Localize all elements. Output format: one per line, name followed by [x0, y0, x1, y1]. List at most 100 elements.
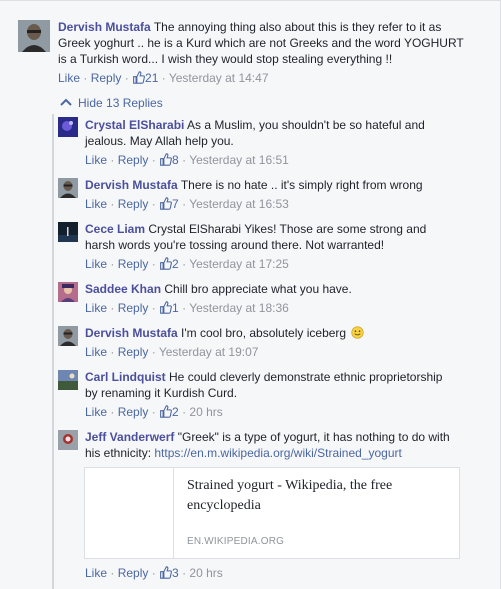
reply-line: "Greek" is a type of yogurt, it has noth… [177, 430, 450, 444]
reply-button[interactable]: Reply [118, 153, 149, 167]
separator: · [178, 257, 190, 271]
chevron-up-icon [60, 95, 72, 106]
thumbs-up-icon [159, 566, 172, 579]
like-count-value: 7 [172, 197, 179, 211]
separator: · [107, 566, 118, 580]
reply-author[interactable]: Carl Lindquist [85, 370, 166, 384]
separator: · [107, 405, 118, 419]
like-button[interactable]: Like [85, 345, 107, 359]
reply-actions: Like · Reply · 3 · 20 hrs [85, 565, 223, 581]
timestamp[interactable]: Yesterday at 18:36 [189, 301, 289, 315]
thumbs-up-icon [132, 71, 145, 84]
avatar-crystal-elsharabi[interactable] [58, 117, 78, 137]
separator: · [148, 153, 160, 167]
thumbs-up-icon [159, 405, 172, 418]
separator: · [107, 345, 118, 359]
reply-text: Dervish Mustafa There is no hate .. it's… [85, 178, 423, 193]
reply-text: Crystal ElSharabi As a Muslim, you shoul… [85, 118, 425, 133]
timestamp[interactable]: Yesterday at 16:51 [189, 153, 289, 167]
timestamp[interactable]: Yesterday at 14:47 [169, 71, 269, 85]
like-button[interactable]: Like [85, 153, 107, 167]
like-button[interactable]: Like [85, 405, 107, 419]
timestamp[interactable]: 20 hrs [189, 566, 222, 580]
like-count-value: 3 [172, 566, 179, 580]
separator: · [107, 301, 118, 315]
reply-button[interactable]: Reply [118, 257, 149, 271]
reply-line: by renaming it Kurdish Curd. [85, 386, 238, 400]
reply-author[interactable]: Crystal ElSharabi [85, 118, 184, 132]
timestamp[interactable]: Yesterday at 17:25 [189, 257, 289, 271]
wikipedia-link[interactable]: https://en.m.wikipedia.org/wiki/Strained… [154, 446, 401, 460]
like-count[interactable]: 7 [159, 197, 179, 211]
separator: · [80, 71, 91, 85]
separator: · [121, 71, 133, 85]
separator: · [107, 153, 118, 167]
like-button[interactable]: Like [85, 566, 107, 580]
like-count-value: 21 [145, 71, 159, 85]
smiley-icon [351, 326, 365, 339]
like-count[interactable]: 1 [159, 301, 179, 315]
like-button[interactable]: Like [85, 301, 107, 315]
preview-thumbnail [85, 468, 174, 558]
reply-author[interactable]: Dervish Mustafa [85, 178, 178, 192]
reply-actions: Like · Reply · 1 · Yesterday at 18:36 [85, 300, 289, 316]
avatar-carl-lindquist[interactable] [58, 370, 78, 390]
thumbs-up-icon [159, 257, 172, 270]
avatar-dervish-mustafa[interactable] [58, 178, 78, 198]
comment-text: Dervish Mustafa The annoying thing also … [58, 20, 441, 35]
separator: · [148, 566, 160, 580]
link-preview-card[interactable]: Strained yogurt - Wikipedia, the free en… [84, 467, 460, 559]
separator: · [178, 566, 190, 580]
like-button[interactable]: Like [58, 71, 80, 85]
avatar-dervish-mustafa[interactable] [58, 326, 78, 346]
reply-button[interactable]: Reply [118, 405, 149, 419]
timestamp[interactable]: Yesterday at 19:07 [159, 345, 259, 359]
reply-button[interactable]: Reply [91, 71, 122, 85]
like-button[interactable]: Like [85, 257, 107, 271]
like-count[interactable]: 8 [159, 153, 179, 167]
reply-button[interactable]: Reply [118, 566, 149, 580]
reply-button[interactable]: Reply [118, 345, 149, 359]
comment-author[interactable]: Dervish Mustafa [58, 20, 151, 34]
like-count[interactable]: 2 [159, 257, 179, 271]
like-count-value: 1 [172, 301, 179, 315]
reply-line: his ethnicity: https://en.m.wikipedia.or… [85, 446, 402, 461]
separator: · [148, 405, 160, 419]
reply-text: Cece Liam Crystal ElSharabi Yikes! Those… [85, 222, 426, 237]
avatar-saddee-khan[interactable] [58, 282, 78, 302]
reply-actions: Like · Reply · 8 · Yesterday at 16:51 [85, 152, 289, 168]
reply-author[interactable]: Saddee Khan [85, 282, 161, 296]
reply-button[interactable]: Reply [118, 301, 149, 315]
like-count[interactable]: 21 [132, 71, 158, 85]
separator: · [158, 71, 169, 85]
reply-line: There is no hate .. it's simply right fr… [180, 178, 423, 192]
like-count-value: 2 [172, 257, 179, 271]
separator: · [178, 153, 190, 167]
avatar-cece-liam[interactable] [58, 222, 78, 242]
reply-author[interactable]: Cece Liam [85, 222, 145, 236]
reply-button[interactable]: Reply [118, 197, 149, 211]
avatar-jeff-vanderwerf[interactable] [58, 430, 78, 450]
reply-line: He could cleverly demonstrate ethnic pro… [169, 370, 443, 384]
reply-actions: Like · Reply · 2 · Yesterday at 17:25 [85, 256, 289, 272]
thumbs-up-icon [159, 197, 172, 210]
reply-author[interactable]: Dervish Mustafa [85, 326, 178, 340]
reply-thread-line [52, 114, 54, 589]
separator: · [107, 257, 118, 271]
reply-author[interactable]: Jeff Vanderwerf [85, 430, 174, 444]
separator: · [148, 301, 160, 315]
thumbs-up-icon [159, 301, 172, 314]
thumbs-up-icon [159, 153, 172, 166]
separator: · [178, 405, 190, 419]
avatar-dervish-mustafa[interactable] [18, 20, 50, 52]
reply-line: Crystal ElSharabi Yikes! Those are some … [148, 222, 427, 236]
reply-line: I'm cool bro, absolutely iceberg [181, 326, 347, 340]
like-button[interactable]: Like [85, 197, 107, 211]
timestamp[interactable]: 20 hrs [189, 405, 222, 419]
like-count[interactable]: 3 [159, 566, 179, 580]
like-count[interactable]: 2 [159, 405, 179, 419]
preview-title[interactable]: Strained yogurt - Wikipedia, the free en… [187, 476, 449, 516]
timestamp[interactable]: Yesterday at 16:53 [189, 197, 289, 211]
reply-line: As a Muslim, you shouldn't be so hateful… [187, 118, 425, 132]
hide-replies-button[interactable]: Hide 13 Replies [60, 95, 163, 111]
